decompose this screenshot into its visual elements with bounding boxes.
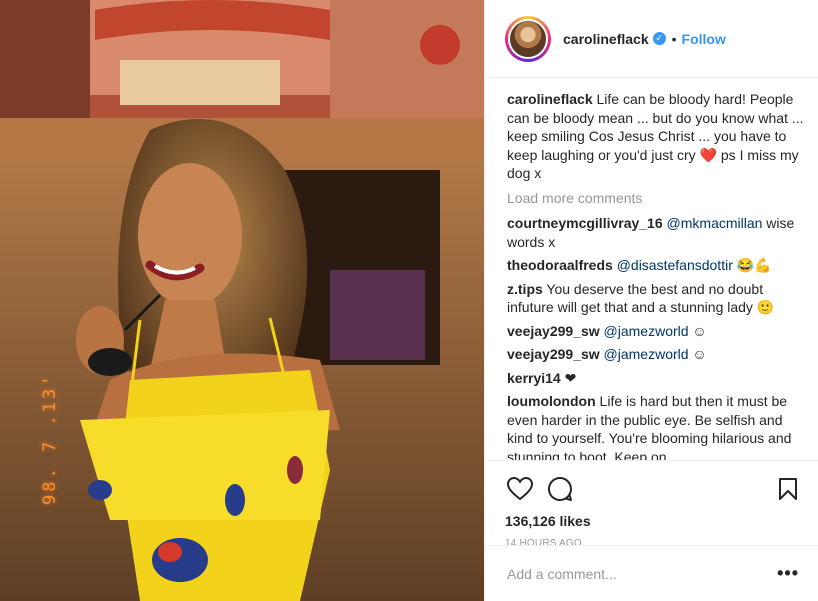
comment-text: ☺ <box>688 322 707 339</box>
comment-icon[interactable] <box>545 474 575 504</box>
post-actions: 136,126 likes 14 HOURS AGO <box>485 460 818 549</box>
comment-username[interactable]: veejay299_sw <box>507 346 600 362</box>
comment-text: ❤ <box>564 369 577 386</box>
comment-mention[interactable]: @jamezworld <box>604 323 689 339</box>
avatar-image <box>508 18 548 59</box>
likes-count[interactable]: 136,126 likes <box>505 513 803 529</box>
caption: carolineflack Life can be bloody hard! P… <box>507 90 805 183</box>
comment-mention[interactable]: @jamezworld <box>604 346 689 362</box>
comment-text: ☺ <box>688 346 707 362</box>
comment-username[interactable]: courtneymcgillivray_16 <box>507 215 663 231</box>
caption-username[interactable]: carolineflack <box>507 91 593 107</box>
comment-item: z.tips You deserve the best and no doubt… <box>507 280 805 317</box>
comment-text: You deserve the best and no doubt infutu… <box>507 280 775 316</box>
comment-text: 😂💪 <box>732 257 772 273</box>
heart-emoji: ❤️ <box>699 146 717 163</box>
comment-mention[interactable]: @mkmacmillan <box>667 215 763 231</box>
comment-username[interactable]: kerryi14 <box>507 370 561 386</box>
comment-username[interactable]: theodoraalfreds <box>507 257 613 273</box>
comment-input[interactable] <box>507 565 778 582</box>
comment-item: veejay299_sw @jamezworld ☺ <box>507 322 805 341</box>
heart-icon[interactable] <box>505 474 535 504</box>
action-buttons <box>505 469 803 509</box>
comment-item: veejay299_sw @jamezworld ☺ <box>507 345 805 364</box>
bookmark-icon[interactable] <box>773 474 803 504</box>
post-header: carolineflack ✓ • Follow <box>485 0 818 78</box>
comment-item: theodoraalfreds @disastefansdottir 😂💪 <box>507 256 805 275</box>
comment-item: loumolondon Life is hard but then it mus… <box>507 392 805 460</box>
comment-username[interactable]: loumolondon <box>507 393 596 409</box>
comment-mention[interactable]: @disastefansdottir <box>617 257 733 273</box>
comment-item: kerryi14 ❤ <box>507 369 805 388</box>
date-stamp: 98. 7 .13' <box>40 372 60 505</box>
post-sidebar: carolineflack ✓ • Follow carolineflack L… <box>484 0 818 601</box>
load-more-comments-button[interactable]: Load more comments <box>507 189 805 208</box>
post-photo[interactable]: 98. 7 .13' <box>0 0 484 601</box>
add-comment-bar: ••• <box>485 545 818 601</box>
separator-dot: • <box>671 30 677 47</box>
comment-item: courtneymcgillivray_16 @mkmacmillan wise… <box>507 214 805 251</box>
more-options-icon[interactable]: ••• <box>777 563 799 584</box>
comments-list[interactable]: carolineflack Life can be bloody hard! P… <box>507 90 805 460</box>
verified-badge-icon: ✓ <box>652 32 666 45</box>
comment-username[interactable]: veejay299_sw <box>507 323 600 339</box>
photo-illustration <box>0 0 484 601</box>
comment-username[interactable]: z.tips <box>507 281 543 297</box>
follow-button[interactable]: Follow <box>682 31 726 47</box>
avatar[interactable] <box>505 15 551 62</box>
header-username[interactable]: carolineflack <box>563 31 649 47</box>
